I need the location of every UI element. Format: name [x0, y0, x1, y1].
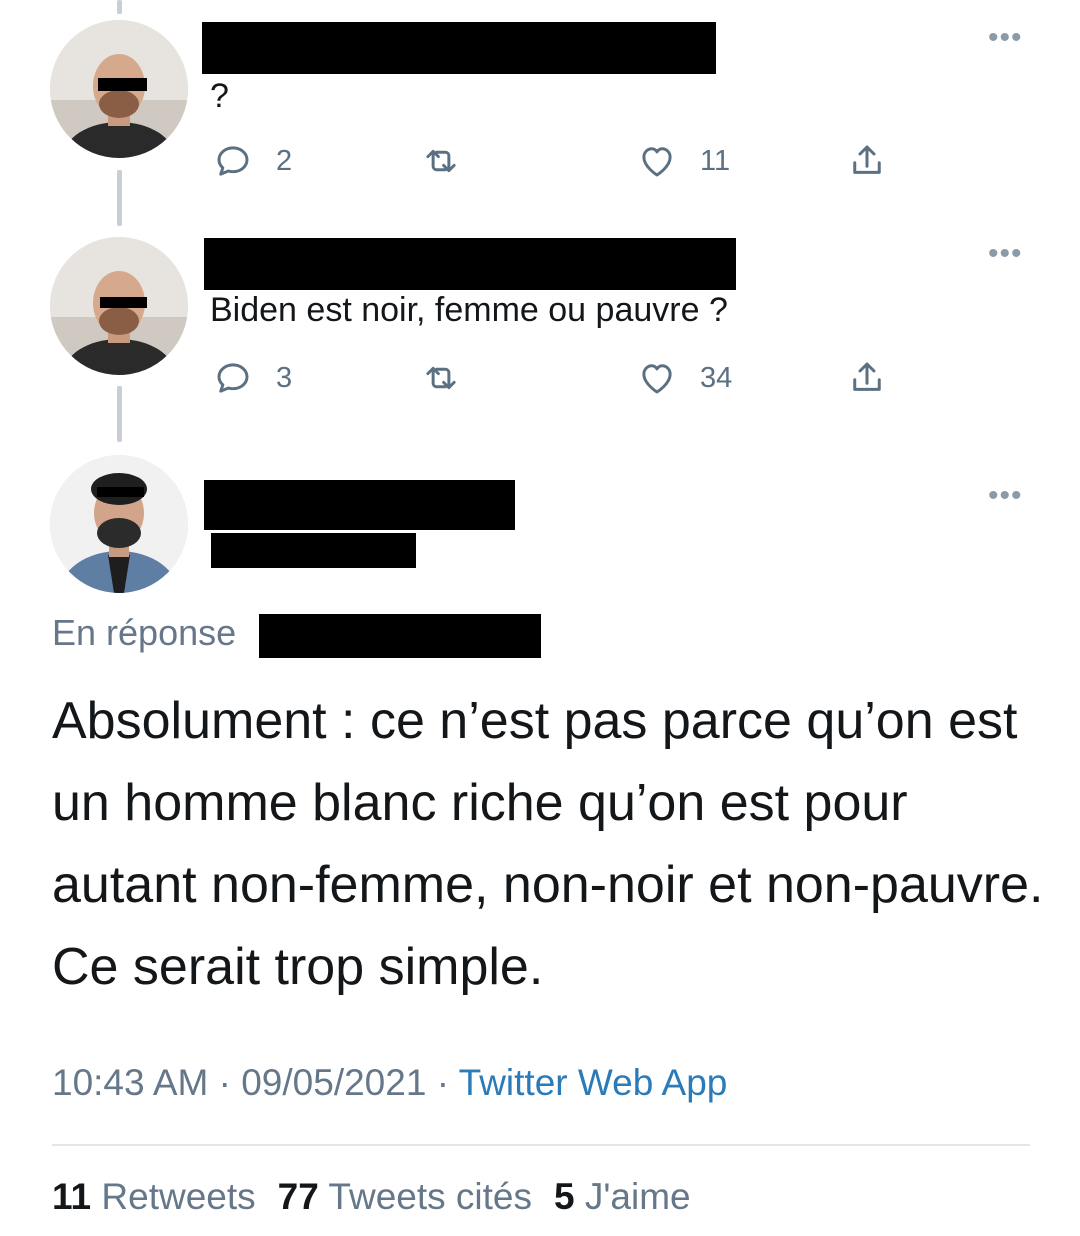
retweet-button[interactable] [420, 140, 462, 182]
more-dots-icon[interactable]: ••• [988, 23, 1023, 53]
tweet-meta: 10:43 AM · 09/05/2021 · Twitter Web App [52, 1062, 727, 1104]
tweet-stats: 11 Retweets 77 Tweets cités 5 J'aime [52, 1176, 691, 1218]
reply-icon [217, 363, 249, 393]
likes-count: 5 [554, 1176, 575, 1217]
reply-to-label: En réponse [52, 612, 237, 653]
like-count: 34 [700, 361, 733, 394]
thread-connector [117, 170, 122, 226]
quotes-count: 77 [277, 1176, 319, 1217]
reply-count: 2 [276, 144, 293, 177]
share-button[interactable] [846, 140, 888, 182]
like-button[interactable]: 34 [636, 357, 732, 399]
heart-icon [642, 364, 672, 394]
reply-button[interactable]: 2 [212, 140, 292, 182]
user-photo [50, 455, 188, 593]
meta-separator: · [436, 1062, 450, 1103]
likes-label: J'aime [584, 1176, 691, 1217]
main-tweet-text: Absolument : ce n’est pas parce qu’on es… [52, 692, 1044, 996]
redacted-reply-to [259, 614, 541, 658]
redacted-author [204, 238, 736, 290]
tweet-time: 10:43 AM [52, 1062, 209, 1103]
more-dots-icon[interactable]: ••• [988, 239, 1023, 269]
quotes-stat[interactable]: 77 Tweets cités [278, 1176, 532, 1217]
like-count: 11 [700, 144, 731, 177]
retweet-icon [426, 149, 456, 173]
tweet-date: 09/05/2021 [241, 1062, 427, 1103]
redacted-display-name [204, 480, 515, 530]
heart-icon [642, 147, 672, 177]
thread-connector [117, 386, 122, 442]
likes-stat[interactable]: 5 J'aime [554, 1176, 691, 1217]
tweet-text: ? [210, 77, 229, 115]
redacted-handle [211, 533, 416, 568]
reply-icon [217, 146, 249, 176]
tweet-text: Biden est noir, femme ou pauvre ? [210, 291, 728, 329]
eye-censor-bar [97, 487, 144, 497]
retweet-icon [426, 366, 456, 390]
quotes-label: Tweets cités [328, 1176, 532, 1217]
redacted-author [202, 22, 716, 74]
divider [52, 1144, 1030, 1146]
meta-separator: · [218, 1062, 231, 1103]
like-button[interactable]: 11 [636, 140, 730, 182]
eye-censor-bar [98, 78, 147, 91]
retweets-label: Retweets [101, 1176, 256, 1217]
share-button[interactable] [846, 357, 888, 399]
tweet-source-link[interactable]: Twitter Web App [459, 1062, 728, 1103]
avatar[interactable] [50, 455, 188, 593]
thread-connector [117, 0, 122, 14]
more-dots-icon[interactable]: ••• [988, 481, 1023, 511]
share-icon [853, 362, 881, 391]
retweets-count: 11 [52, 1176, 92, 1217]
eye-censor-bar [100, 297, 147, 308]
reply-button[interactable]: 3 [212, 357, 292, 399]
retweet-button[interactable] [420, 357, 462, 399]
reply-count: 3 [276, 361, 293, 394]
share-icon [853, 145, 881, 174]
retweets-stat[interactable]: 11 Retweets [52, 1176, 256, 1217]
